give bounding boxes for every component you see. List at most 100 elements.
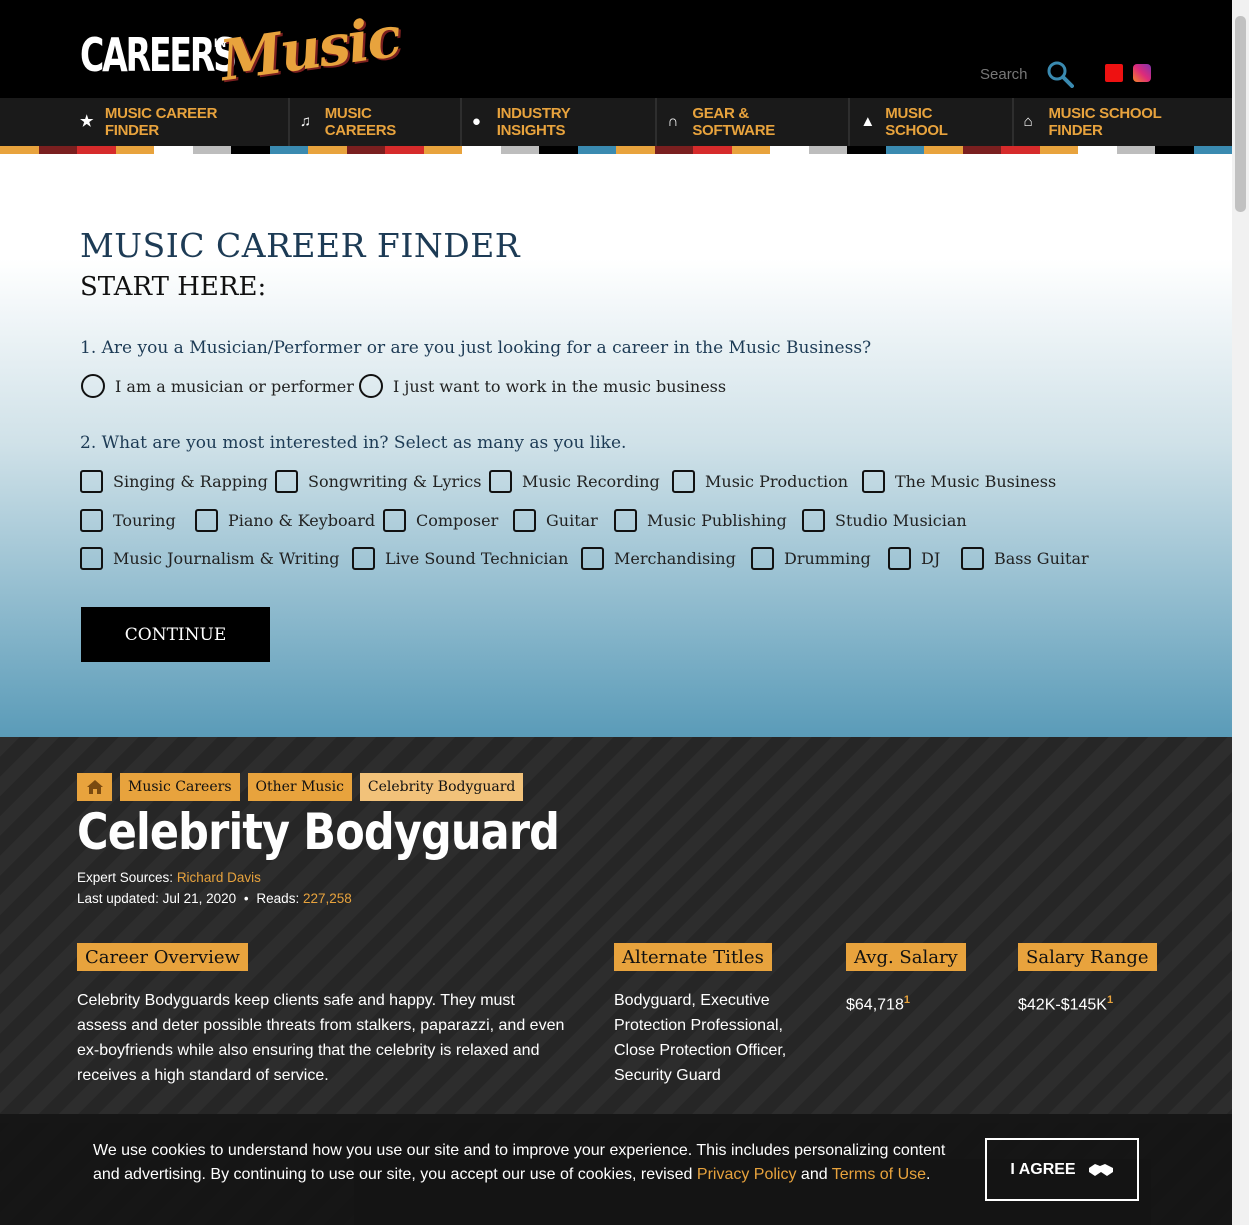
footnote-link[interactable]: 1 xyxy=(1107,994,1113,1006)
checkbox[interactable] xyxy=(275,470,298,493)
nav-label: INDUSTRY INSIGHTS xyxy=(496,105,571,139)
checkbox[interactable] xyxy=(489,470,512,493)
stripe-segment xyxy=(1116,146,1155,154)
stripe-segment xyxy=(654,146,693,154)
breadcrumb-other-music[interactable]: Other Music xyxy=(247,773,352,801)
interest-checkbox[interactable]: Singing & Rapping xyxy=(80,470,268,493)
checkbox[interactable] xyxy=(581,547,604,570)
nav-music-school-finder[interactable]: ⌂ MUSIC SCHOOL FINDER xyxy=(1014,98,1232,146)
logo-careers: CAREERS xyxy=(80,28,237,82)
nav-music-school[interactable]: ▲ MUSIC SCHOOL xyxy=(850,98,1014,146)
expert-name-link[interactable]: Richard Davis xyxy=(177,870,261,885)
checkbox-label: Live Sound Technician xyxy=(385,549,569,568)
interest-checkbox[interactable]: Songwriting & Lyrics xyxy=(275,470,481,493)
checkbox[interactable] xyxy=(352,547,375,570)
checkbox[interactable] xyxy=(383,509,406,532)
checkbox[interactable] xyxy=(802,509,825,532)
meta-separator: • xyxy=(243,891,249,906)
breadcrumb-music-careers[interactable]: Music Careers xyxy=(120,773,240,801)
range-amount: $42K-$145K xyxy=(1018,996,1107,1014)
stripe-segment xyxy=(1078,146,1117,154)
interest-checkbox[interactable]: Drumming xyxy=(751,547,871,570)
stripe-segment xyxy=(1039,146,1078,154)
nav-industry-insights[interactable]: ● INDUSTRY INSIGHTS xyxy=(462,98,658,146)
site-logo[interactable]: CAREERS IN Music xyxy=(80,4,403,96)
interest-checkbox[interactable]: Music Production xyxy=(672,470,848,493)
checkbox-label: Composer xyxy=(416,511,499,530)
checkbox[interactable] xyxy=(80,470,103,493)
checkbox[interactable] xyxy=(614,509,637,532)
salary-amount: $64,718 xyxy=(846,996,904,1014)
interest-checkbox[interactable]: Music Journalism & Writing xyxy=(80,547,340,570)
radio-button[interactable] xyxy=(81,374,105,398)
stripe-segment xyxy=(1155,146,1194,154)
interest-checkbox[interactable]: Live Sound Technician xyxy=(352,547,568,570)
interest-checkbox[interactable]: Music Publishing xyxy=(614,509,787,532)
question-1: 1. Are you a Musician/Performer or are y… xyxy=(80,338,872,358)
checkbox-label: Bass Guitar xyxy=(994,549,1089,568)
stripe-segment xyxy=(346,146,385,154)
radio-musician[interactable]: I am a musician or performer xyxy=(81,374,354,398)
stripe-segment xyxy=(885,146,924,154)
alternate-titles-heading: Alternate Titles xyxy=(614,943,772,971)
stripe-segment xyxy=(847,146,886,154)
nav-label: MUSIC SCHOOL xyxy=(885,105,948,139)
checkbox[interactable] xyxy=(513,509,536,532)
instagram-icon[interactable] xyxy=(1133,64,1151,82)
checkbox[interactable] xyxy=(862,470,885,493)
interest-checkbox[interactable]: Studio Musician xyxy=(802,509,967,532)
avg-salary-value: $64,7181 xyxy=(846,988,910,1017)
nav-gear-software[interactable]: ∩ GEAR & SOFTWARE xyxy=(657,98,851,146)
expert-label: Expert Sources: xyxy=(77,870,174,885)
main-nav: ★ MUSIC CAREER FINDER ♫ MUSIC CAREERS ● IND… xyxy=(0,98,1232,146)
privacy-policy-link[interactable]: Privacy Policy xyxy=(697,1166,797,1183)
checkbox[interactable] xyxy=(80,509,103,532)
checkbox-label: Music Publishing xyxy=(647,511,787,530)
interest-checkbox[interactable]: Bass Guitar xyxy=(961,547,1089,570)
graduation-cap-icon: ▲ xyxy=(860,113,875,130)
interest-checkbox[interactable]: Guitar xyxy=(513,509,598,532)
stripe-segment xyxy=(577,146,616,154)
reads-label: Reads: xyxy=(256,891,300,906)
search-icon[interactable] xyxy=(1046,60,1074,88)
checkbox[interactable] xyxy=(961,547,984,570)
breadcrumb-current: Celebrity Bodyguard xyxy=(359,773,524,801)
interest-checkbox[interactable]: Piano & Keyboard xyxy=(195,509,375,532)
agree-button[interactable]: I AGREE xyxy=(985,1138,1139,1201)
handshake-icon xyxy=(1088,1163,1113,1176)
stripe-segment xyxy=(962,146,1001,154)
checkbox[interactable] xyxy=(672,470,695,493)
interest-checkbox[interactable]: Composer xyxy=(383,509,498,532)
radio-button[interactable] xyxy=(359,374,383,398)
checkbox[interactable] xyxy=(888,547,911,570)
nav-music-careers[interactable]: ♫ MUSIC CAREERS xyxy=(290,98,462,146)
checkbox-label: Music Recording xyxy=(522,472,660,491)
stripe-segment xyxy=(924,146,963,154)
chat-bubbles-icon: ● xyxy=(471,113,481,130)
facebook-icon[interactable] xyxy=(1105,64,1123,82)
checkbox[interactable] xyxy=(80,547,103,570)
interest-checkbox[interactable]: Touring xyxy=(80,509,176,532)
career-finder: MUSIC CAREER FINDER START HERE: 1. Are y… xyxy=(0,154,1232,737)
breadcrumb-home[interactable] xyxy=(77,773,112,801)
terms-of-use-link[interactable]: Terms of Use xyxy=(832,1166,926,1183)
scrollbar[interactable] xyxy=(1232,0,1249,1225)
interest-checkbox[interactable]: Music Recording xyxy=(489,470,660,493)
interest-checkbox[interactable]: The Music Business xyxy=(862,470,1056,493)
continue-button[interactable]: CONTINUE xyxy=(81,607,270,662)
music-note-icon: ♫ xyxy=(299,113,311,130)
scrollbar-thumb[interactable] xyxy=(1235,16,1246,212)
radio-business[interactable]: I just want to work in the music busines… xyxy=(359,374,726,398)
stripe-segment xyxy=(616,146,655,154)
stripe-segment xyxy=(1001,146,1040,154)
cookie-message: We use cookies to understand how you use… xyxy=(93,1139,973,1187)
logo-music: Music xyxy=(216,3,404,95)
footnote-link[interactable]: 1 xyxy=(904,994,910,1006)
interest-checkbox[interactable]: DJ xyxy=(888,547,940,570)
checkbox[interactable] xyxy=(195,509,218,532)
nav-music-career-finder[interactable]: ★ MUSIC CAREER FINDER xyxy=(70,98,290,146)
radio-label: I just want to work in the music busines… xyxy=(393,376,727,396)
search-input[interactable]: Search xyxy=(980,66,1028,83)
interest-checkbox[interactable]: Merchandising xyxy=(581,547,736,570)
checkbox[interactable] xyxy=(751,547,774,570)
